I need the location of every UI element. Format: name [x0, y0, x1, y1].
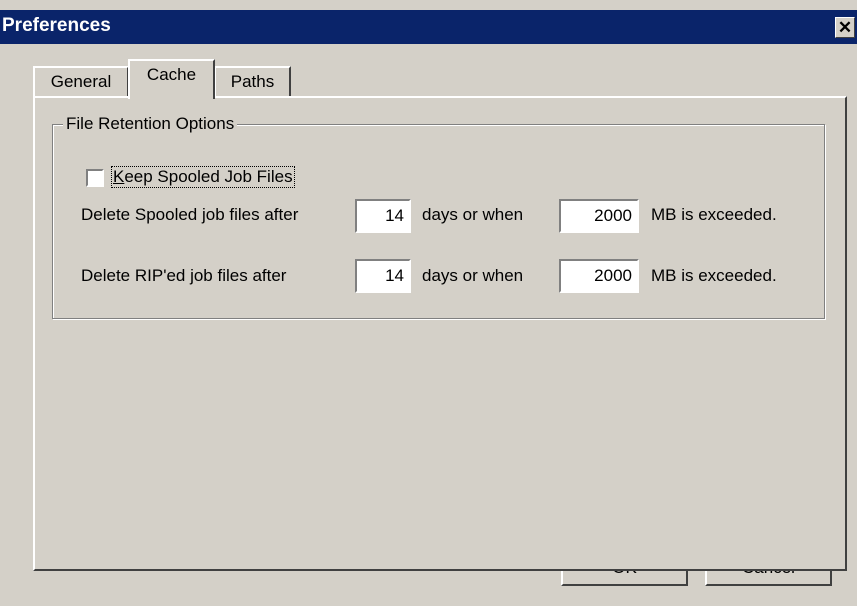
keep-spooled-label[interactable]: Keep Spooled Job Files — [111, 166, 295, 188]
tab-paths[interactable]: Paths — [214, 66, 291, 96]
keep-spooled-checkbox[interactable] — [86, 169, 104, 187]
riped-days-label: Delete RIP'ed job files after — [81, 266, 287, 285]
spooled-mb-label: MB is exceeded. — [651, 205, 777, 224]
spooled-days-or-label: days or when — [422, 205, 524, 224]
label-rest: eep Spooled Job Files — [124, 167, 293, 186]
riped-days-or-label: days or when — [422, 266, 524, 285]
riped-days-input[interactable]: 14 — [355, 259, 411, 293]
mnemonic-letter: K — [113, 167, 125, 186]
preferences-dialog: Preferences ✕ General Paths Cache File R… — [0, 0, 857, 606]
close-button[interactable]: ✕ — [835, 17, 855, 38]
spooled-mb-input[interactable]: 2000 — [559, 199, 639, 233]
title-bar[interactable]: Preferences ✕ — [0, 10, 857, 44]
window-title: Preferences — [2, 15, 111, 36]
spooled-days-label: Delete Spooled job files after — [81, 205, 299, 224]
group-label: File Retention Options — [63, 114, 238, 134]
file-retention-group: File Retention Options Keep Spooled Job … — [52, 114, 825, 319]
tab-general[interactable]: General — [33, 66, 129, 96]
close-icon: ✕ — [837, 18, 853, 37]
riped-mb-label: MB is exceeded. — [651, 266, 777, 285]
tab-cache[interactable]: Cache — [128, 59, 215, 99]
spooled-days-input[interactable]: 14 — [355, 199, 411, 233]
riped-mb-input[interactable]: 2000 — [559, 259, 639, 293]
tab-panel-cache: File Retention Options Keep Spooled Job … — [33, 96, 847, 571]
